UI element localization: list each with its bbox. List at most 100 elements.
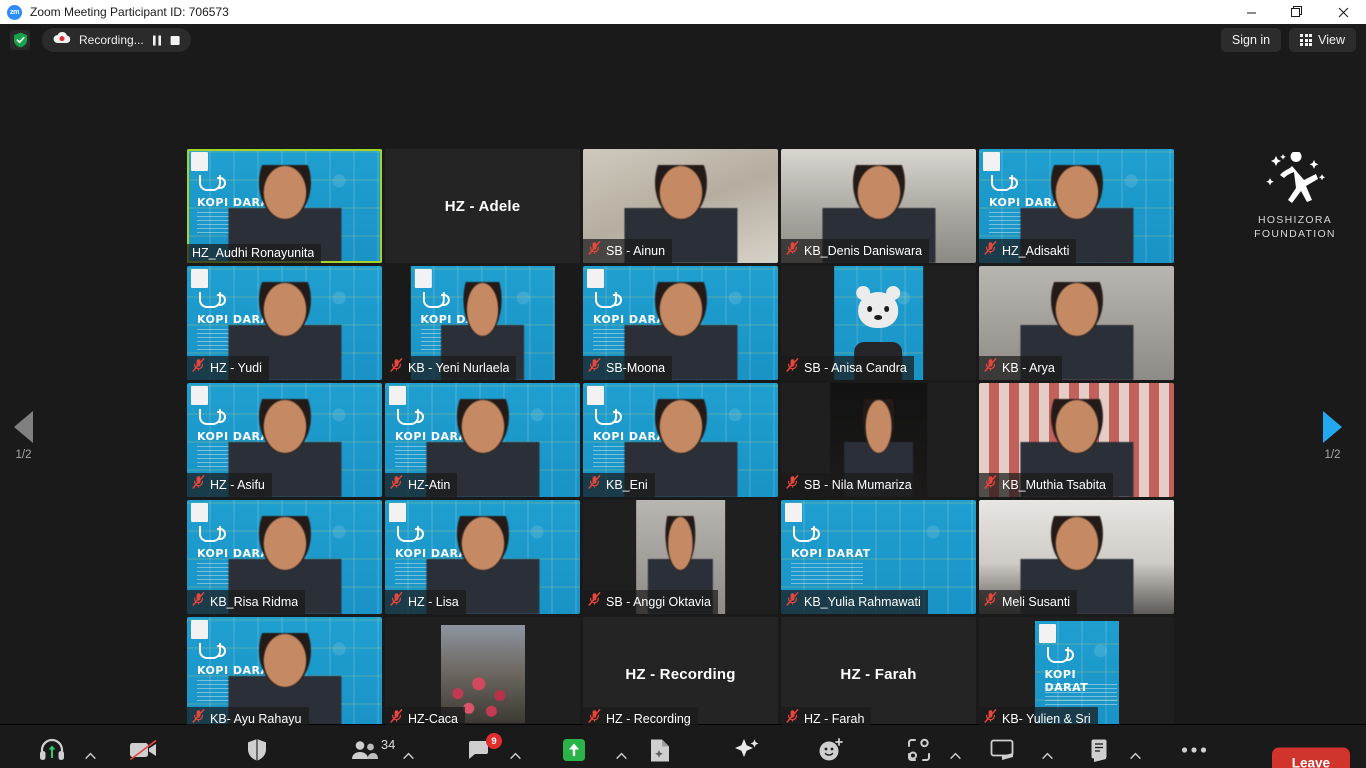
participant-tile[interactable]: KOPI DARATSB-Moona (583, 266, 778, 380)
microphone-muted-icon (984, 475, 997, 494)
participant-tile[interactable]: KOPI DARATHZ_Audhi Ronayunita (187, 149, 382, 263)
chevron-up-icon[interactable] (950, 747, 961, 765)
toolbar-button-reactions[interactable]: Reactions (800, 735, 861, 768)
toolbar-button-more[interactable]: More (1165, 735, 1223, 768)
cloud-record-icon (53, 31, 71, 49)
microphone-muted-icon (192, 709, 205, 728)
toolbar-button-whiteboards[interactable]: Whiteboards (965, 735, 1040, 768)
microphone-muted-icon (390, 358, 403, 377)
maximize-icon[interactable] (1274, 0, 1320, 24)
leave-button[interactable]: Leave (1271, 747, 1350, 768)
participant-tile[interactable]: KOPI DARATKB_Risa Ridma (187, 500, 382, 614)
toolbar-group: Reactions (800, 735, 861, 768)
participant-tile[interactable]: KOPI DARATKB_Eni (583, 383, 778, 497)
recording-label: Recording... (79, 33, 144, 47)
toolbar-button-apps[interactable]: Apps (890, 735, 948, 768)
microphone-muted-icon (786, 475, 799, 494)
participant-tile[interactable]: HZ - Adele (385, 149, 580, 263)
participant-tile[interactable]: KB_Denis Daniswara (781, 149, 976, 263)
participant-tile[interactable]: KOPI DARATHZ - Yudi (187, 266, 382, 380)
next-page-button[interactable]: 1/2 (1323, 411, 1342, 461)
toolbar-button-participants[interactable]: 34Participants (330, 735, 401, 768)
grid-view-icon (1300, 34, 1313, 46)
toolbar-button-summary[interactable]: Summary (630, 735, 689, 768)
participant-tile[interactable]: SB - Anisa Candra (781, 266, 976, 380)
participant-tile[interactable]: SB - Anggi Oktavia (583, 500, 778, 614)
participant-tile[interactable]: KOPI DARAT KB_Yulia Rahmawati (781, 500, 976, 614)
chevron-up-icon[interactable] (403, 747, 414, 765)
microphone-muted-icon (984, 592, 997, 611)
toolbar-group: More (1165, 735, 1223, 768)
shield-check-icon[interactable] (10, 30, 30, 50)
participant-name-bar: HZ - Lisa (385, 590, 466, 614)
toolbar-button-ai-companion[interactable]: AI Companion (705, 735, 789, 768)
window-title-bar: zm Zoom Meeting Participant ID: 706573 (0, 0, 1366, 24)
toolbar-group: Security (228, 735, 286, 768)
participant-tile[interactable]: SB - Ainun (583, 149, 778, 263)
participant-tile[interactable]: KB_Muthia Tsabita (979, 383, 1174, 497)
notes-icon (1088, 735, 1110, 765)
notification-badge: 9 (486, 733, 502, 749)
chevron-up-icon[interactable] (616, 747, 628, 765)
stop-icon[interactable] (170, 35, 180, 46)
participant-tile[interactable]: KOPI DARATKB - Yeni Nurlaela (385, 266, 580, 380)
participant-tile[interactable]: KOPI DARATHZ - Asifu (187, 383, 382, 497)
previous-page-button[interactable]: 1/2 (14, 411, 33, 461)
hoshizora-foundation-logo: HOSHIZORA FOUNDATION (1240, 151, 1350, 241)
logo-line-1: HOSHIZORA (1257, 214, 1333, 226)
toolbar-button-join-audio[interactable]: Join Audio (20, 735, 83, 768)
participant-tile[interactable]: KOPI DARATHZ - Lisa (385, 500, 580, 614)
participant-tile[interactable]: KB - Arya (979, 266, 1174, 380)
microphone-muted-icon (192, 358, 205, 377)
toolbar-group: Share Screen (533, 735, 628, 768)
microphone-muted-icon (984, 709, 997, 728)
participant-count: 34 (380, 737, 396, 752)
microphone-muted-icon (588, 592, 601, 611)
view-button[interactable]: View (1289, 28, 1356, 52)
participant-name-bar: SB - Nila Mumariza (781, 473, 919, 497)
chevron-up-icon[interactable] (510, 747, 521, 765)
toolbar-button-share-screen[interactable]: Share Screen (533, 735, 614, 768)
participant-tile[interactable]: Meli Susanti (979, 500, 1174, 614)
chevron-up-icon[interactable] (1130, 747, 1141, 765)
toolbar-button-notes[interactable]: Notes (1070, 735, 1128, 768)
participant-tile[interactable]: KOPI DARATKB- Yulien & Sri (979, 617, 1174, 731)
minimize-icon[interactable] (1228, 0, 1274, 24)
participant-name-label: HZ - Farah (804, 711, 865, 726)
sign-in-button[interactable]: Sign in (1220, 28, 1282, 52)
participant-tile[interactable]: HZ - Farah HZ - Farah (781, 617, 976, 731)
close-icon[interactable] (1320, 0, 1366, 24)
chat-bubble-icon: 9 (466, 733, 502, 765)
participant-name-bar: HZ - Asifu (187, 473, 272, 497)
participant-tile[interactable]: KOPI DARATKB- Ayu Rahayu (187, 617, 382, 731)
participant-tile[interactable]: SB - Nila Mumariza (781, 383, 976, 497)
shield-security-icon (246, 735, 268, 765)
participant-name-label: KB_Eni (606, 477, 648, 492)
participant-tile[interactable]: KOPI DARATHZ-Atin (385, 383, 580, 497)
participant-name-bar: HZ-Caca (385, 707, 466, 731)
participant-name-label: KB_Denis Daniswara (804, 243, 923, 258)
participant-tile[interactable]: HZ-Caca (385, 617, 580, 731)
participant-tile[interactable]: HZ - Recording HZ - Recording (583, 617, 778, 731)
participant-tile[interactable]: KOPI DARATHZ_Adisakti (979, 149, 1174, 263)
participant-name-bar: SB - Ainun (583, 239, 673, 263)
participant-name-bar: KB_Denis Daniswara (781, 239, 930, 263)
video-stage: 1/2 1/2 HOSHIZORA FOUNDATION KOPI DARATH… (0, 56, 1366, 731)
participant-name-center: HZ - Adele (444, 197, 521, 215)
pause-icon[interactable] (152, 35, 162, 46)
microphone-muted-icon (786, 241, 799, 260)
chevron-right-arrow-icon (1323, 411, 1342, 443)
chevron-up-icon[interactable] (1042, 747, 1054, 765)
toolbar-button-security[interactable]: Security (228, 735, 286, 768)
chevron-up-icon[interactable] (85, 747, 97, 765)
microphone-muted-icon (984, 358, 997, 377)
toolbar-group: Join Audio (20, 735, 97, 768)
participant-name-label: HZ-Caca (408, 711, 459, 726)
toolbar-button-start-video[interactable]: Start Video (110, 735, 177, 768)
participant-name-bar: HZ_Audhi Ronayunita (187, 244, 322, 263)
participant-name-bar: SB-Moona (583, 356, 673, 380)
toolbar-button-chat[interactable]: 9Chat (450, 733, 508, 768)
people-icon: 34 (351, 735, 395, 765)
microphone-muted-icon (984, 241, 997, 260)
participant-name-label: SB - Nila Mumariza (804, 477, 912, 492)
